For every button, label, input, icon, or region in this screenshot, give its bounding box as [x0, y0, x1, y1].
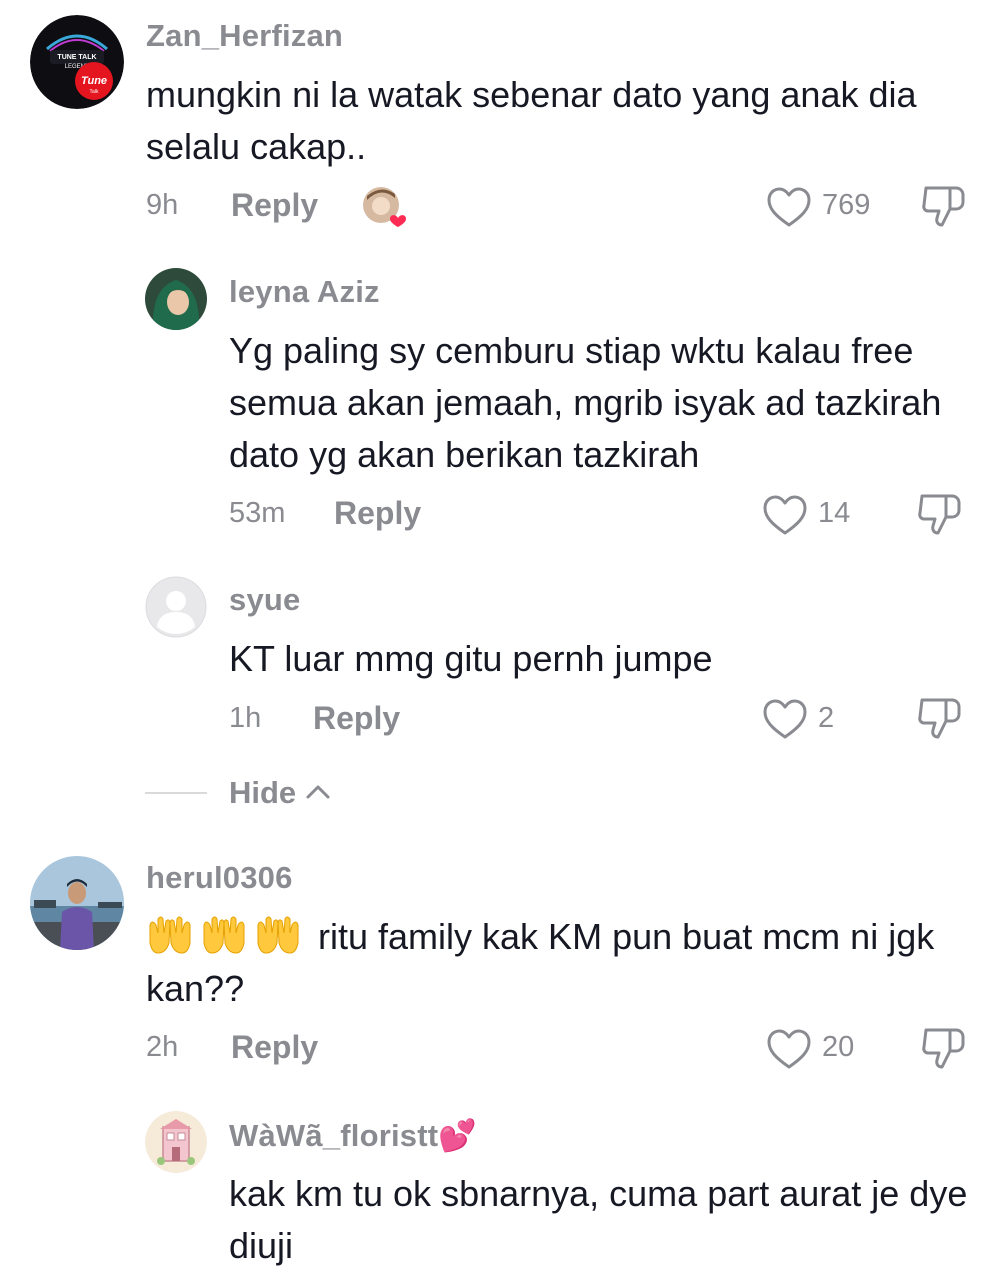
comment-time: 53m	[229, 497, 286, 529]
heart-outline-icon	[763, 699, 807, 739]
flower-shop-avatar-icon	[145, 1111, 207, 1173]
open-hands-emoji-icon	[203, 916, 245, 954]
reply-button[interactable]: Reply	[334, 495, 421, 532]
creator-avatar-heart-icon	[363, 187, 406, 227]
comment-time: 2h	[146, 1031, 179, 1063]
dislike-button[interactable]	[916, 696, 964, 742]
svg-text:Tune: Tune	[81, 75, 107, 87]
chevron-up-icon	[306, 785, 330, 799]
like-count: 20	[822, 1031, 855, 1063]
tune-talk-logo-avatar-icon: TUNE TALK LEGEND Tune Talk	[30, 15, 124, 109]
default-user-avatar-icon	[145, 576, 207, 638]
svg-text:Talk: Talk	[90, 89, 99, 95]
open-hands-emoji-icon	[257, 916, 299, 954]
like-button[interactable]	[766, 1028, 812, 1070]
thumbs-down-icon	[918, 698, 961, 739]
comment-text: mungkin ni la watak sebenar dato yang an…	[146, 74, 917, 167]
thumbs-down-icon	[922, 1028, 965, 1069]
comment-username[interactable]: herul0306	[146, 860, 293, 896]
comment-username[interactable]: leyna Aziz	[229, 274, 380, 310]
like-count: 769	[822, 189, 871, 221]
avatar-wawa-floristt[interactable]	[145, 1111, 207, 1173]
svg-text:TUNE TALK: TUNE TALK	[57, 54, 96, 61]
like-count: 14	[818, 497, 851, 529]
comment-username[interactable]: Zan_Herfizan	[146, 18, 343, 54]
reply-button[interactable]: Reply	[231, 1029, 318, 1066]
avatar-herul0306[interactable]	[30, 856, 124, 950]
comment-username[interactable]: WàWã_floristt💕	[229, 1117, 477, 1154]
thumbs-down-icon	[918, 494, 961, 535]
like-button[interactable]	[762, 494, 808, 536]
man-seaside-avatar-icon	[30, 856, 124, 950]
comment-text: kak km tu ok sbnarnya, cuma part aurat j…	[229, 1173, 968, 1266]
reply-button[interactable]: Reply	[313, 700, 400, 737]
avatar-leyna-aziz[interactable]	[145, 268, 207, 330]
dislike-button[interactable]	[920, 1026, 968, 1072]
thumbs-down-icon	[922, 186, 965, 227]
comment-username[interactable]: syue	[229, 582, 300, 618]
like-button[interactable]	[766, 186, 812, 228]
comment-time: 1h	[229, 702, 262, 734]
open-hands-emoji-icon	[149, 916, 191, 954]
dislike-button[interactable]	[920, 184, 968, 230]
comment-time: 9h	[146, 189, 179, 221]
comment-text: Yg paling sy cemburu stiap wktu kalau fr…	[229, 330, 942, 475]
hide-replies-button[interactable]: Hide	[229, 775, 331, 815]
comment-text: 🤲🤲🤲 ritu family kak KM pun buat mcm ni j…	[146, 911, 976, 1015]
heart-outline-icon	[767, 187, 811, 227]
like-button[interactable]	[762, 698, 808, 740]
like-count: 2	[818, 702, 835, 734]
heart-outline-icon	[767, 1029, 811, 1069]
creator-liked-badge	[362, 186, 406, 228]
comment-text: KT luar mmg gitu pernh jumpe	[229, 638, 713, 679]
avatar-zan-herfizan[interactable]: TUNE TALK LEGEND Tune Talk	[30, 15, 124, 109]
avatar-syue[interactable]	[145, 576, 207, 638]
hide-divider	[145, 792, 207, 794]
dislike-button[interactable]	[916, 492, 964, 538]
hide-label: Hide	[229, 775, 297, 810]
reply-button[interactable]: Reply	[231, 187, 318, 224]
woman-hijab-avatar-icon	[145, 268, 207, 330]
heart-outline-icon	[763, 495, 807, 535]
